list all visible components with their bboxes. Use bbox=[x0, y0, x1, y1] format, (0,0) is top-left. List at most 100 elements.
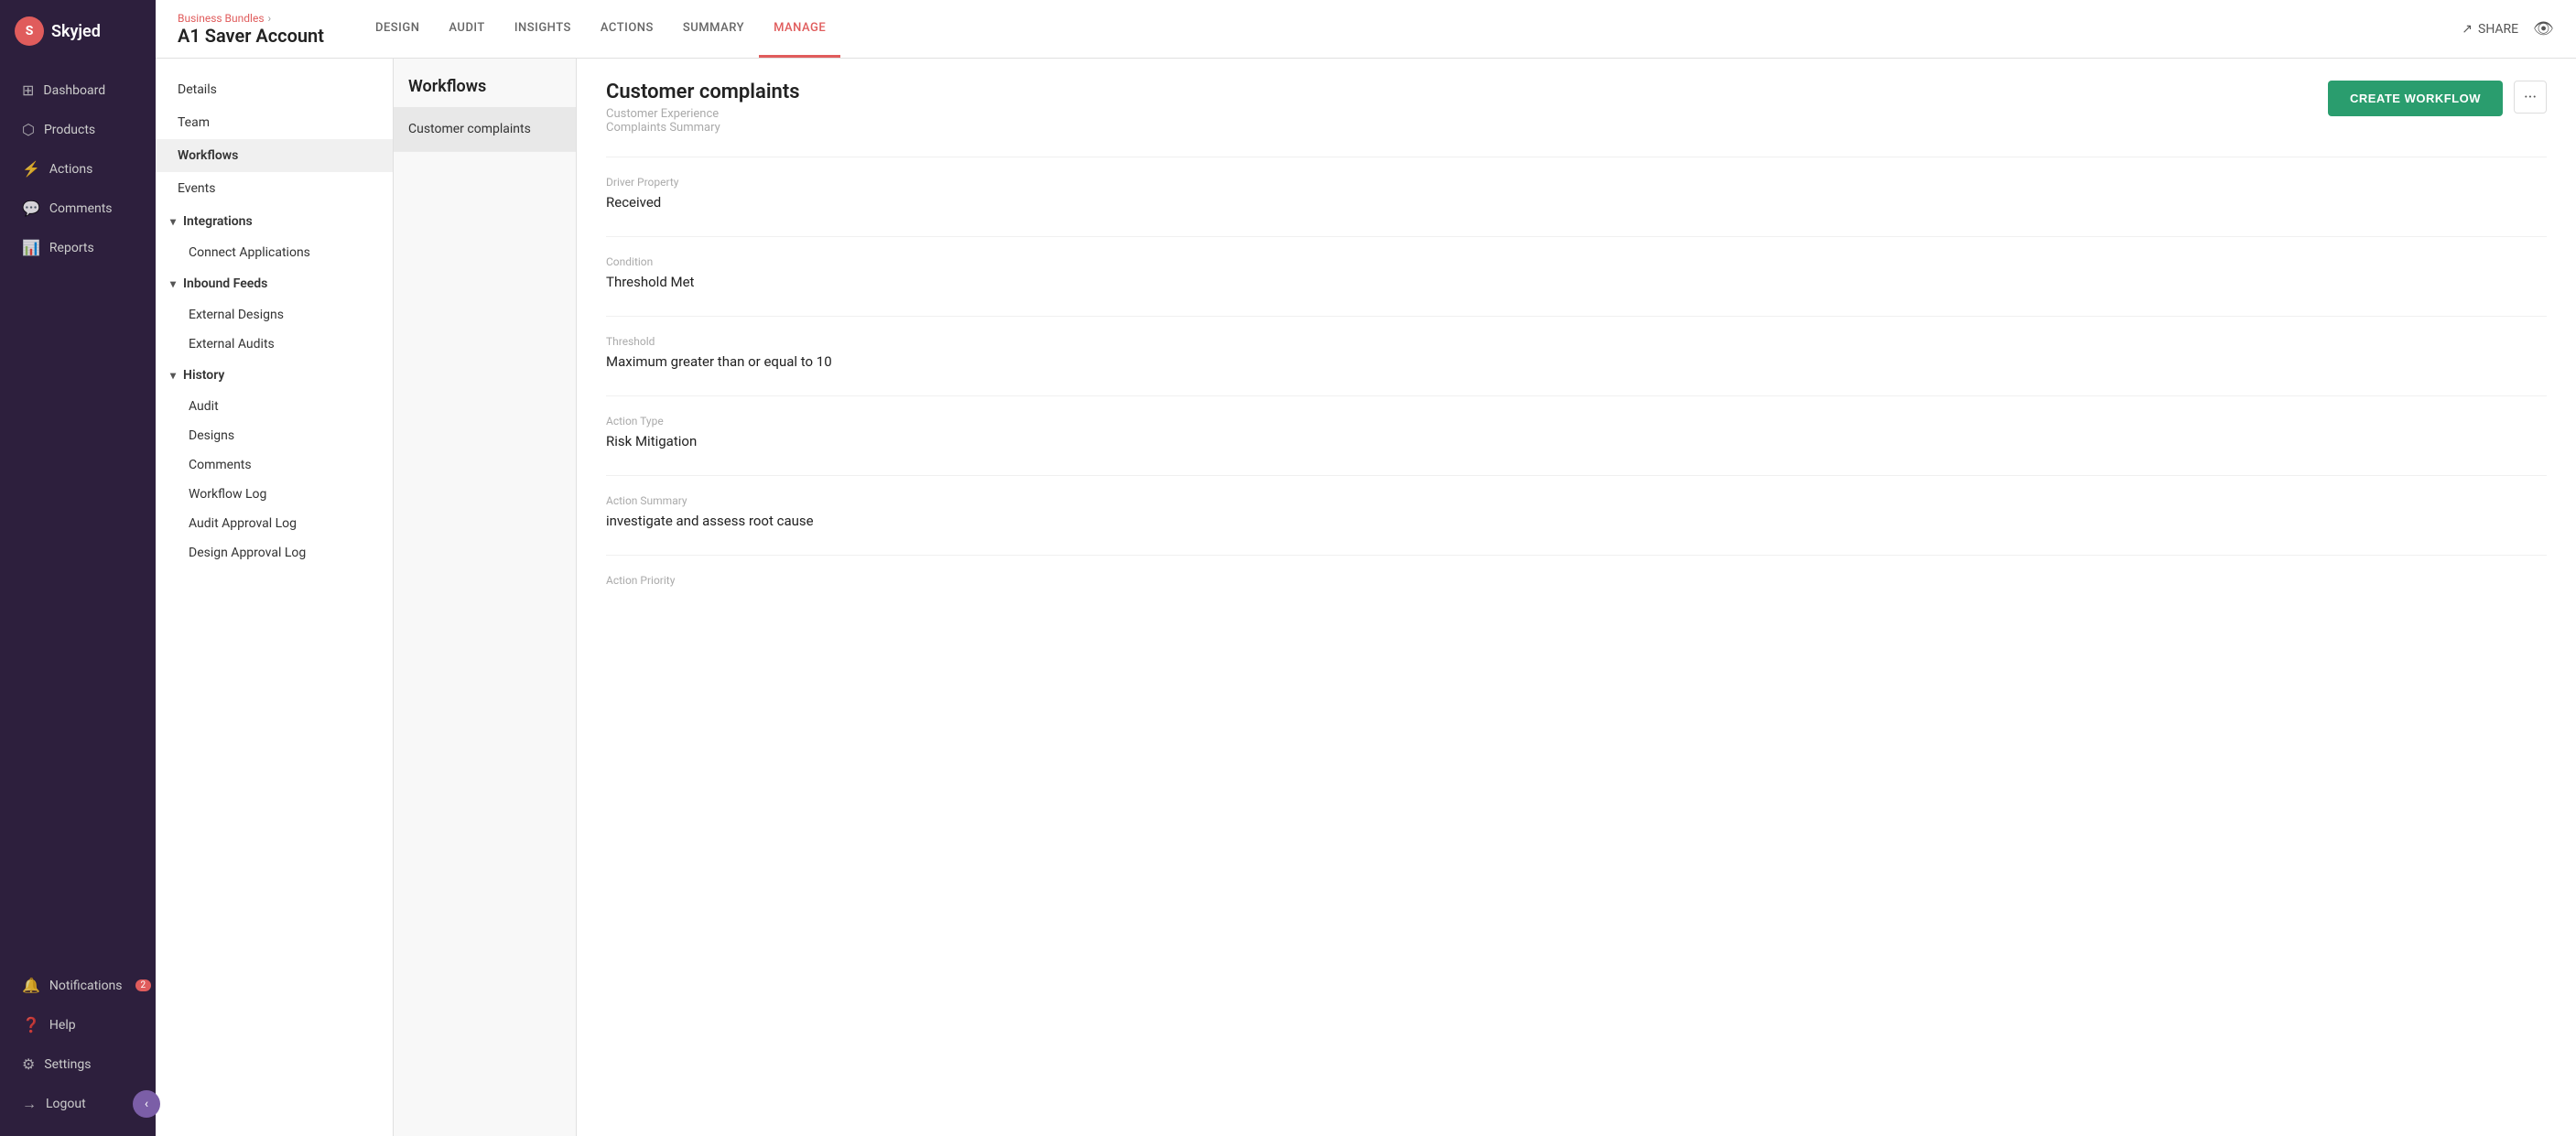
logo[interactable]: S Skyjed bbox=[0, 0, 156, 62]
share-icon: ↗ bbox=[2462, 22, 2473, 37]
workflow-subtitle-line1: Customer Experience bbox=[606, 107, 800, 121]
actions-icon: ⚡ bbox=[22, 160, 40, 178]
history-chevron-icon: ▾ bbox=[170, 369, 176, 382]
sidebar-item-settings-label: Settings bbox=[44, 1057, 91, 1072]
logo-text: Skyjed bbox=[51, 22, 101, 41]
header-left: Business Bundles › A1 Saver Account bbox=[178, 12, 324, 47]
detail-action-summary: Action Summary investigate and assess ro… bbox=[606, 494, 2547, 529]
action-type-label: Action Type bbox=[606, 415, 2547, 427]
menu-section-inbound-feeds-label: Inbound Feeds bbox=[183, 276, 267, 291]
reports-icon: 📊 bbox=[22, 239, 40, 256]
action-priority-label: Action Priority bbox=[606, 574, 2547, 587]
menu-item-details[interactable]: Details bbox=[156, 73, 393, 106]
workflow-name: Customer complaints bbox=[606, 81, 800, 103]
sidebar-item-reports[interactable]: 📊 Reports bbox=[7, 229, 148, 266]
action-type-value: Risk Mitigation bbox=[606, 433, 2547, 449]
menu-item-designs[interactable]: Designs bbox=[156, 421, 393, 450]
menu-section-integrations-label: Integrations bbox=[183, 214, 253, 229]
workflow-list-item[interactable]: Customer complaints bbox=[394, 107, 576, 152]
tab-manage[interactable]: MANAGE bbox=[759, 1, 840, 58]
tab-insights[interactable]: INSIGHTS bbox=[500, 1, 586, 58]
workflow-subtitle-line2: Complaints Summary bbox=[606, 121, 800, 135]
sidebar-item-products-label: Products bbox=[44, 123, 95, 137]
settings-icon: ⚙ bbox=[22, 1055, 35, 1073]
sidebar-item-settings[interactable]: ⚙ Settings bbox=[7, 1045, 148, 1083]
panel-menu: Details Team Workflows Events ▾ Integrat… bbox=[156, 59, 393, 582]
tab-design[interactable]: DESIGN bbox=[361, 1, 434, 58]
tab-audit[interactable]: AUDIT bbox=[434, 1, 499, 58]
menu-item-audit-approval-log[interactable]: Audit Approval Log bbox=[156, 509, 393, 538]
main-content: Business Bundles › A1 Saver Account DESI… bbox=[156, 0, 2576, 1136]
detail-condition: Condition Threshold Met bbox=[606, 255, 2547, 290]
notifications-badge: 2 bbox=[135, 979, 152, 991]
menu-item-external-designs[interactable]: External Designs bbox=[156, 300, 393, 330]
inbound-feeds-chevron-icon: ▾ bbox=[170, 277, 176, 290]
menu-section-inbound-feeds[interactable]: ▾ Inbound Feeds bbox=[156, 267, 393, 300]
divider-3 bbox=[606, 316, 2547, 317]
breadcrumb-arrow: › bbox=[268, 12, 272, 25]
action-summary-label: Action Summary bbox=[606, 494, 2547, 507]
logo-icon: S bbox=[15, 16, 44, 46]
header-actions: ↗ SHARE 👁 bbox=[2462, 19, 2554, 38]
sidebar-item-dashboard-label: Dashboard bbox=[43, 83, 105, 98]
menu-item-audit[interactable]: Audit bbox=[156, 392, 393, 421]
top-header: Business Bundles › A1 Saver Account DESI… bbox=[156, 0, 2576, 59]
sidebar-item-help[interactable]: ❓ Help bbox=[7, 1006, 148, 1044]
threshold-label: Threshold bbox=[606, 335, 2547, 348]
divider-4 bbox=[606, 395, 2547, 396]
workflow-list-panel: Workflows Customer complaints bbox=[394, 59, 577, 1136]
driver-property-value: Received bbox=[606, 194, 2547, 211]
eye-button[interactable]: 👁 bbox=[2533, 19, 2554, 38]
sidebar-collapse-button[interactable]: ‹ bbox=[133, 1090, 160, 1118]
sidebar-item-logout[interactable]: → Logout bbox=[7, 1085, 148, 1123]
tab-summary[interactable]: SUMMARY bbox=[668, 1, 759, 58]
condition-value: Threshold Met bbox=[606, 274, 2547, 290]
detail-driver-property: Driver Property Received bbox=[606, 176, 2547, 211]
sidebar-item-products[interactable]: ⬡ Products bbox=[7, 111, 148, 148]
share-button[interactable]: ↗ SHARE bbox=[2462, 22, 2518, 37]
sidebar-item-actions[interactable]: ⚡ Actions bbox=[7, 150, 148, 188]
three-dots-button[interactable]: ··· bbox=[2514, 81, 2547, 114]
detail-action-priority: Action Priority bbox=[606, 574, 2547, 587]
tab-actions[interactable]: ACTIONS bbox=[586, 1, 668, 58]
sidebar-item-comments[interactable]: 💬 Comments bbox=[7, 189, 148, 227]
share-label: SHARE bbox=[2478, 22, 2518, 37]
sidebar: S Skyjed ⊞ Dashboard ⬡ Products ⚡ Action… bbox=[0, 0, 156, 1136]
menu-section-integrations[interactable]: ▾ Integrations bbox=[156, 205, 393, 238]
sidebar-item-notifications-label: Notifications bbox=[49, 979, 123, 993]
sidebar-item-actions-label: Actions bbox=[49, 162, 92, 177]
sidebar-item-reports-label: Reports bbox=[49, 241, 94, 255]
menu-item-design-approval-log[interactable]: Design Approval Log bbox=[156, 538, 393, 568]
menu-item-workflows[interactable]: Workflows bbox=[156, 139, 393, 172]
sidebar-item-notifications[interactable]: 🔔 Notifications 2 bbox=[7, 967, 148, 1004]
menu-section-history-label: History bbox=[183, 368, 224, 383]
header-tabs: DESIGN AUDIT INSIGHTS ACTIONS SUMMARY MA… bbox=[361, 1, 2462, 58]
driver-property-label: Driver Property bbox=[606, 176, 2547, 189]
detail-threshold: Threshold Maximum greater than or equal … bbox=[606, 335, 2547, 370]
help-icon: ❓ bbox=[22, 1016, 40, 1033]
breadcrumb[interactable]: Business Bundles › bbox=[178, 12, 324, 25]
divider-5 bbox=[606, 475, 2547, 476]
condition-label: Condition bbox=[606, 255, 2547, 268]
threshold-value: Maximum greater than or equal to 10 bbox=[606, 353, 2547, 370]
breadcrumb-text: Business Bundles bbox=[178, 12, 265, 25]
notifications-icon: 🔔 bbox=[22, 977, 40, 994]
menu-item-team[interactable]: Team bbox=[156, 106, 393, 139]
menu-section-history[interactable]: ▾ History bbox=[156, 359, 393, 392]
create-workflow-button[interactable]: CREATE WORKFLOW bbox=[2328, 81, 2503, 116]
logout-icon: → bbox=[22, 1095, 37, 1113]
menu-item-connect-applications[interactable]: Connect Applications bbox=[156, 238, 393, 267]
menu-item-external-audits[interactable]: External Audits bbox=[156, 330, 393, 359]
menu-item-events[interactable]: Events bbox=[156, 172, 393, 205]
sidebar-bottom: 🔔 Notifications 2 ❓ Help ⚙ Settings → Lo… bbox=[0, 957, 156, 1136]
content-area: Details Team Workflows Events ▾ Integrat… bbox=[156, 59, 2576, 1136]
menu-item-workflow-log[interactable]: Workflow Log bbox=[156, 480, 393, 509]
menu-item-comments[interactable]: Comments bbox=[156, 450, 393, 480]
products-icon: ⬡ bbox=[22, 121, 35, 138]
sidebar-item-dashboard[interactable]: ⊞ Dashboard bbox=[7, 71, 148, 109]
sidebar-item-help-label: Help bbox=[49, 1018, 76, 1033]
sidebar-item-logout-label: Logout bbox=[46, 1097, 86, 1111]
detail-action-type: Action Type Risk Mitigation bbox=[606, 415, 2547, 449]
dashboard-icon: ⊞ bbox=[22, 81, 34, 99]
left-panel: Details Team Workflows Events ▾ Integrat… bbox=[156, 59, 394, 1136]
